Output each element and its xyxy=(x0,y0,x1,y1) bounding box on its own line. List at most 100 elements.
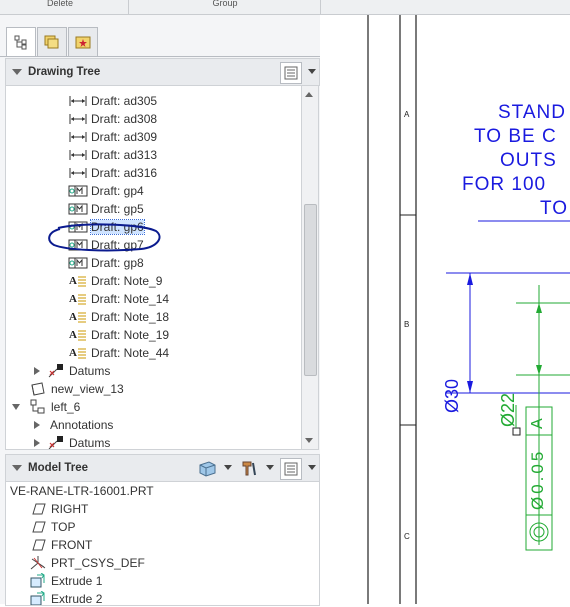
dropdown-arrow-icon[interactable] xyxy=(308,69,316,74)
list-settings-icon xyxy=(284,66,298,80)
dimension-d22[interactable]: Ø22 xyxy=(498,393,519,427)
svg-text:A: A xyxy=(69,275,77,287)
expand-arrow-icon[interactable] xyxy=(34,421,40,429)
tree-item-label: Draft: Note_14 xyxy=(91,292,170,306)
collapse-arrow-icon[interactable] xyxy=(12,404,20,410)
ribbon-separator xyxy=(128,0,129,14)
scroll-thumb[interactable] xyxy=(304,204,317,376)
datums-icon xyxy=(46,363,66,379)
tree-item-draft[interactable]: Draft: ad313 xyxy=(68,146,157,164)
datum-plane-icon xyxy=(28,519,48,535)
tree-icon xyxy=(14,35,27,50)
datum-plane-icon xyxy=(28,501,48,517)
tree-item-datums[interactable]: Datums xyxy=(34,362,110,380)
dimension-icon xyxy=(68,111,88,127)
tree-item-label: Draft: Note_9 xyxy=(91,274,163,288)
note-icon: A xyxy=(68,309,88,325)
tree-item-draft[interactable]: A Draft: Note_19 xyxy=(68,326,169,344)
dimension-icon xyxy=(68,129,88,145)
tree-item-draft[interactable]: Draft: ad309 xyxy=(68,128,157,146)
model-tree-item[interactable]: PRT_CSYS_DEF xyxy=(28,554,145,572)
note-icon: A xyxy=(68,327,88,343)
tree-item-draft[interactable]: Draft: ad305 xyxy=(68,92,157,110)
annotation-circle-mark xyxy=(48,223,161,252)
zone-label-a: A xyxy=(404,110,410,119)
collapse-triangle-icon[interactable] xyxy=(12,69,22,75)
tree-item-draft[interactable]: Draft: gp4 xyxy=(68,182,144,200)
tree-item-label: Datums xyxy=(69,364,111,378)
dropdown-arrow-icon[interactable] xyxy=(308,465,316,470)
model-icon xyxy=(199,461,216,477)
star-folder-icon xyxy=(75,36,91,49)
view-icon xyxy=(28,381,48,397)
dimension-icon xyxy=(68,93,88,109)
collapse-triangle-icon[interactable] xyxy=(12,465,22,471)
tree-item-label: PRT_CSYS_DEF xyxy=(51,556,145,570)
tree-item-label: Draft: gp5 xyxy=(91,202,144,216)
note-line: TO xyxy=(540,198,569,219)
list-settings-icon xyxy=(284,462,298,476)
tree-item-new-view[interactable]: new_view_13 xyxy=(28,380,124,398)
dropdown-arrow-icon[interactable] xyxy=(224,465,232,470)
navigator-panel: Drawing Tree Draft: ad305 Draft: ad308 Dra… xyxy=(0,15,320,606)
model-tree-item[interactable]: TOP xyxy=(28,518,75,536)
dimension-icon xyxy=(68,165,88,181)
drawing-note[interactable]: STAND TO BE C OUTS FOR 100 TO xyxy=(462,101,569,221)
show-options-button[interactable] xyxy=(280,458,302,480)
dimension-d30[interactable]: Ø30 xyxy=(442,379,463,413)
ribbon-group-delete[interactable]: Delete xyxy=(20,0,100,14)
model-tree-list: VE-RANE-LTR-16001.PRT RIGHT TOP FRONT PRT_C… xyxy=(5,481,320,606)
tree-item-draft[interactable]: Draft: ad316 xyxy=(68,164,157,182)
tab-favorites[interactable] xyxy=(68,27,98,56)
tab-tree[interactable] xyxy=(6,27,36,56)
tolerance-value[interactable]: Ø0.05 xyxy=(528,449,548,510)
tab-layers[interactable] xyxy=(37,27,67,56)
zone-label-b: B xyxy=(404,320,410,329)
tab-divider xyxy=(0,56,320,57)
geometric-tolerance-icon xyxy=(68,255,88,271)
expand-arrow-icon[interactable] xyxy=(34,439,40,447)
ribbon-group-group[interactable]: Group xyxy=(130,0,320,14)
svg-text:A: A xyxy=(69,311,77,323)
model-tree-item[interactable]: RIGHT xyxy=(28,500,88,518)
model-tree-item[interactable]: FRONT xyxy=(28,536,92,554)
tree-item-left-view[interactable]: left_6 xyxy=(12,398,80,416)
tree-item-draft[interactable]: Draft: gp5 xyxy=(68,200,144,218)
dimension-icon xyxy=(68,147,88,163)
scroll-down-icon[interactable] xyxy=(305,438,313,443)
zone-label-c: C xyxy=(404,532,410,541)
ribbon-strip: Delete Group xyxy=(0,0,570,15)
tree-item-label: Extrude 1 xyxy=(51,574,103,588)
settings-tools-button[interactable] xyxy=(238,458,260,478)
drawing-tree-header[interactable]: Drawing Tree xyxy=(5,58,320,86)
extrude-icon xyxy=(28,573,48,589)
model-tree-item[interactable]: Extrude 1 xyxy=(28,572,102,590)
tree-item-draft[interactable]: A Draft: Note_44 xyxy=(68,344,169,362)
tree-item-label: Draft: ad305 xyxy=(91,94,158,108)
tree-item-label: TOP xyxy=(51,520,76,534)
show-options-button[interactable] xyxy=(280,62,302,84)
model-display-button[interactable] xyxy=(196,458,218,478)
tree-item-draft[interactable]: Draft: gp8 xyxy=(68,254,144,272)
navigator-tabs xyxy=(6,27,99,57)
tree-item-draft[interactable]: A Draft: Note_14 xyxy=(68,290,169,308)
tree-item-label: new_view_13 xyxy=(51,382,124,396)
tree-item-annotations[interactable]: Annotations xyxy=(34,416,113,434)
drawing-canvas[interactable]: A B C STAND TO BE C OUTS FOR 100 TO Ø30 Ø22 … xyxy=(320,15,570,604)
tree-item-draft[interactable]: A Draft: Note_9 xyxy=(68,272,162,290)
expand-arrow-icon[interactable] xyxy=(34,367,40,375)
note-line: OUTS xyxy=(500,150,557,171)
view-tree-icon xyxy=(28,399,48,415)
tree-item-datums-2[interactable]: Datums xyxy=(34,434,110,449)
tree-item-draft[interactable]: A Draft: Note_18 xyxy=(68,308,169,326)
tree-item-draft[interactable]: Draft: ad308 xyxy=(68,110,157,128)
dropdown-arrow-icon[interactable] xyxy=(266,465,274,470)
model-tree-header[interactable]: Model Tree xyxy=(5,454,320,482)
note-line: TO BE C xyxy=(474,126,557,147)
tree-item-label: Draft: Note_44 xyxy=(91,346,170,360)
datum-label-a[interactable]: A xyxy=(529,418,547,429)
model-tree-root[interactable]: VE-RANE-LTR-16001.PRT xyxy=(10,482,154,500)
scroll-up-icon[interactable] xyxy=(305,92,313,97)
tree-item-label: Draft: ad309 xyxy=(91,130,158,144)
drawing-tree-scrollbar[interactable] xyxy=(301,85,319,450)
